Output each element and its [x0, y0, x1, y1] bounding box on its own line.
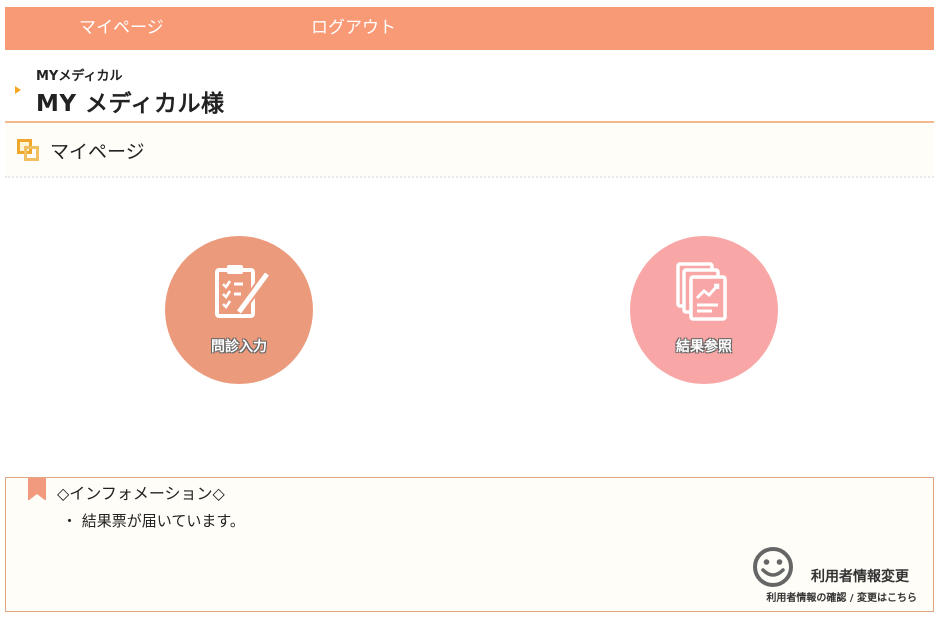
interview-input-button[interactable]: 問診入力 — [165, 236, 313, 384]
clipboard-pen-icon — [215, 265, 271, 318]
top-navigation: マイページ ログアウト — [5, 7, 934, 50]
results-label: 結果参照 — [676, 339, 732, 355]
user-info-change-link[interactable]: 利用者情報変更 利用者情報の確認 / 変更はこちら — [739, 542, 919, 604]
user-info-change-subtitle: 利用者情報の確認 / 変更はこちら — [766, 593, 917, 604]
list-item: ・ 結果票が届いています。 — [62, 512, 245, 530]
user-header: MYメディカル MY メディカル様 — [5, 55, 934, 121]
caret-right-icon — [15, 86, 21, 94]
squares-icon — [17, 139, 41, 163]
interview-label: 問診入力 — [211, 339, 267, 355]
documents-chart-icon — [676, 262, 727, 321]
smiley-icon — [753, 547, 793, 587]
user-info-change-title: 利用者情報変更 — [811, 569, 909, 585]
nav-link-logout[interactable]: ログアウト — [311, 7, 396, 50]
page-title: マイページ — [50, 141, 145, 163]
results-view-button[interactable]: 結果参照 — [630, 236, 778, 384]
user-subtitle: MYメディカル — [36, 69, 123, 84]
information-title: ◇インフォメーション◇ — [57, 484, 225, 503]
nav-link-mypage[interactable]: マイページ — [79, 7, 164, 50]
information-panel: ◇インフォメーション◇ ・ 結果票が届いています。 利用者情報変更 利用者情報の… — [5, 477, 934, 612]
bookmark-icon — [28, 478, 46, 501]
section-header: マイページ — [5, 121, 934, 178]
user-name: MY メディカル様 — [36, 91, 225, 117]
